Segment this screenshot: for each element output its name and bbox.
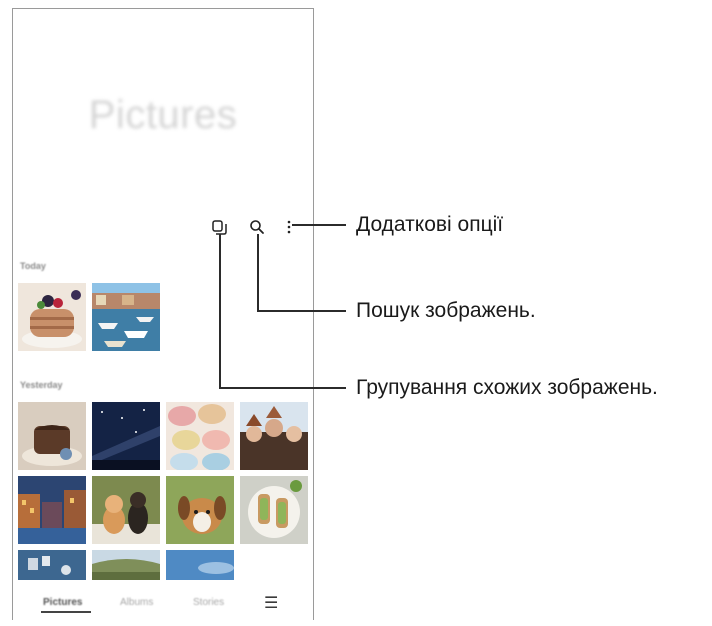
section-label-today: Today	[20, 261, 46, 271]
thumbnail-avocado-toast[interactable]	[240, 476, 308, 544]
leader-line-group-vertical	[219, 234, 221, 389]
thumbnail-dog[interactable]	[166, 476, 234, 544]
thumbnail-night-sky[interactable]	[92, 402, 160, 470]
leader-line-options	[292, 224, 346, 226]
nav-tab-albums[interactable]: Albums	[120, 597, 153, 608]
thumbnail-chocolate-cake[interactable]	[18, 402, 86, 470]
phone-screen: Pictures Today Yesterday Pictures Albums…	[12, 8, 314, 620]
thumbnail-cat-dog[interactable]	[92, 476, 160, 544]
thumbnail-harbor[interactable]	[92, 283, 160, 351]
thumbnail-pancakes[interactable]	[18, 283, 86, 351]
thumbnail-wall[interactable]	[18, 550, 86, 580]
callout-search: Пошук зображень.	[356, 299, 536, 322]
nav-tab-pictures[interactable]: Pictures	[43, 597, 82, 608]
thumbnail-macarons[interactable]	[166, 402, 234, 470]
thumbnail-venice[interactable]	[18, 476, 86, 544]
thumbnail-party-people[interactable]	[240, 402, 308, 470]
leader-line-search-horizontal	[257, 310, 346, 312]
active-tab-indicator	[41, 611, 91, 613]
nav-tab-stories[interactable]: Stories	[193, 597, 224, 608]
hamburger-menu-icon[interactable]: ☰	[264, 593, 278, 613]
leader-line-group-horizontal	[219, 387, 346, 389]
more-options-icon[interactable]	[281, 217, 301, 237]
callout-more-options: Додаткові опції	[356, 213, 504, 236]
thumbnail-landscape[interactable]	[92, 550, 160, 580]
leader-line-search-vertical	[257, 234, 259, 312]
bottom-nav: Pictures Albums Stories ☰	[13, 589, 313, 620]
thumbnail-sky[interactable]	[166, 550, 234, 580]
callout-group-similar: Групування схожих зображень.	[356, 376, 658, 399]
app-title: Pictures	[88, 93, 238, 137]
section-label-yesterday: Yesterday	[20, 380, 63, 390]
